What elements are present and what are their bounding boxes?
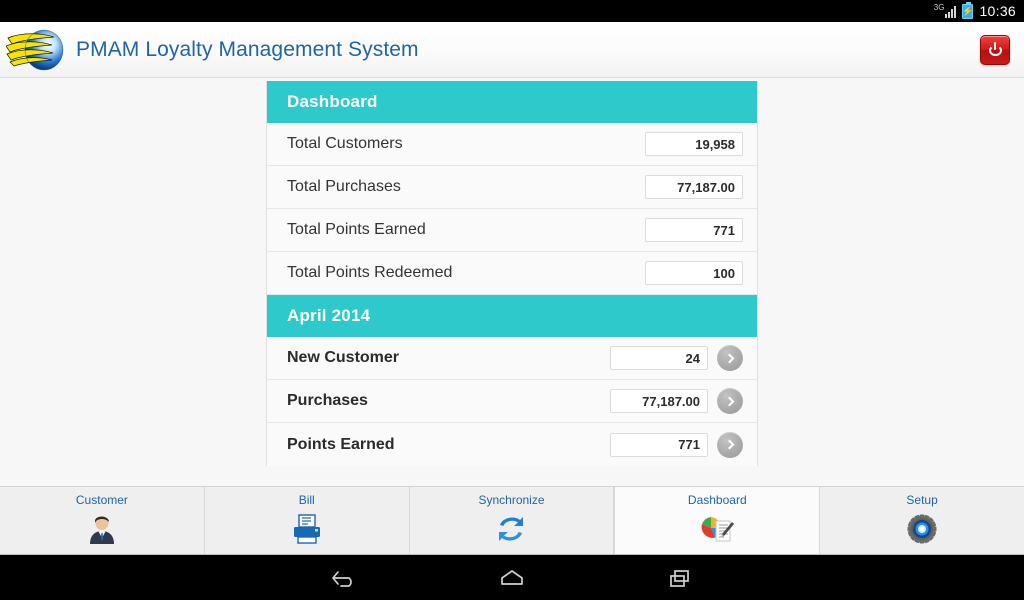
row-label: Total Purchases: [287, 178, 401, 195]
app-title: PMAM Loyalty Management System: [76, 37, 419, 61]
android-nav-bar: [0, 555, 1024, 600]
power-glyph: [988, 42, 1003, 57]
signal-bars-icon: 3G: [934, 4, 957, 18]
battery-charging-icon: ⚡: [962, 1, 974, 19]
row-value: 100: [645, 261, 743, 285]
row-value: 24: [610, 346, 708, 370]
tab-customer[interactable]: Customer: [0, 487, 205, 554]
back-arrow-icon[interactable]: [324, 564, 364, 592]
row-value: 77,187.00: [645, 175, 743, 199]
table-row[interactable]: Total Points Earned 771: [267, 209, 757, 252]
table-row[interactable]: Points Earned 771: [267, 423, 757, 466]
tab-setup[interactable]: Setup: [820, 487, 1024, 554]
status-bar-indicators: 3G ⚡ 10:36: [934, 1, 1016, 19]
power-button-icon[interactable]: [980, 34, 1010, 65]
section-header-month: April 2014: [267, 295, 757, 337]
businessman-avatar-icon: [83, 510, 121, 548]
chevron-right-icon[interactable]: [717, 431, 743, 458]
row-value: 77,187.00: [610, 389, 708, 413]
bottom-tab-bar: Customer Bill Synchronize Dashboard Setu…: [0, 486, 1024, 555]
tab-label: Setup: [906, 493, 938, 507]
tab-bill[interactable]: Bill: [204, 487, 410, 554]
gear-icon: [903, 510, 941, 548]
row-label: Total Points Redeemed: [287, 264, 453, 281]
table-row[interactable]: Purchases 77,187.00: [267, 380, 757, 423]
network-type-label: 3G: [933, 3, 945, 12]
table-row[interactable]: Total Purchases 77,187.00: [267, 166, 757, 209]
chevron-right-icon[interactable]: [717, 388, 743, 414]
row-value: 771: [645, 218, 743, 242]
pie-chart-report-icon: [698, 510, 736, 548]
sync-arrows-icon: [492, 510, 530, 548]
table-row[interactable]: Total Points Redeemed 100: [267, 252, 757, 295]
bolt-glyph: ⚡: [962, 5, 974, 16]
printer-icon: [288, 510, 326, 548]
pmam-globe-logo-icon: [6, 28, 70, 72]
device-screen: 3G ⚡ 10:36 PMAM Loyalty Management Syste…: [0, 0, 1024, 600]
row-label: Total Points Earned: [287, 221, 426, 238]
recent-apps-icon[interactable]: [660, 564, 700, 592]
row-value: 771: [610, 432, 708, 457]
signal-bars-glyph: [945, 6, 957, 18]
row-label: New Customer: [287, 349, 400, 366]
table-row[interactable]: Total Customers 19,958: [267, 123, 757, 166]
row-label: Purchases: [287, 392, 368, 409]
android-status-bar: 3G ⚡ 10:36: [0, 0, 1024, 22]
row-label: Total Customers: [287, 135, 403, 152]
tab-label: Customer: [75, 493, 128, 507]
home-icon[interactable]: [492, 564, 532, 592]
table-row[interactable]: New Customer 24: [267, 337, 757, 380]
status-bar-clock: 10:36: [979, 3, 1016, 19]
tab-label: Synchronize: [478, 493, 545, 507]
content-area: Dashboard Total Customers 19,958 Total P…: [0, 78, 1024, 486]
tab-label: Dashboard: [687, 493, 747, 507]
tab-synchronize[interactable]: Synchronize: [409, 487, 615, 554]
row-label: Points Earned: [287, 435, 395, 453]
dashboard-panel: Dashboard Total Customers 19,958 Total P…: [266, 81, 758, 466]
tab-dashboard[interactable]: Dashboard: [614, 487, 821, 554]
chevron-right-icon[interactable]: [717, 345, 743, 371]
tab-label: Bill: [298, 493, 315, 507]
row-value: 19,958: [645, 132, 743, 156]
app-header: PMAM Loyalty Management System: [0, 22, 1024, 78]
section-header-dashboard: Dashboard: [267, 81, 757, 123]
